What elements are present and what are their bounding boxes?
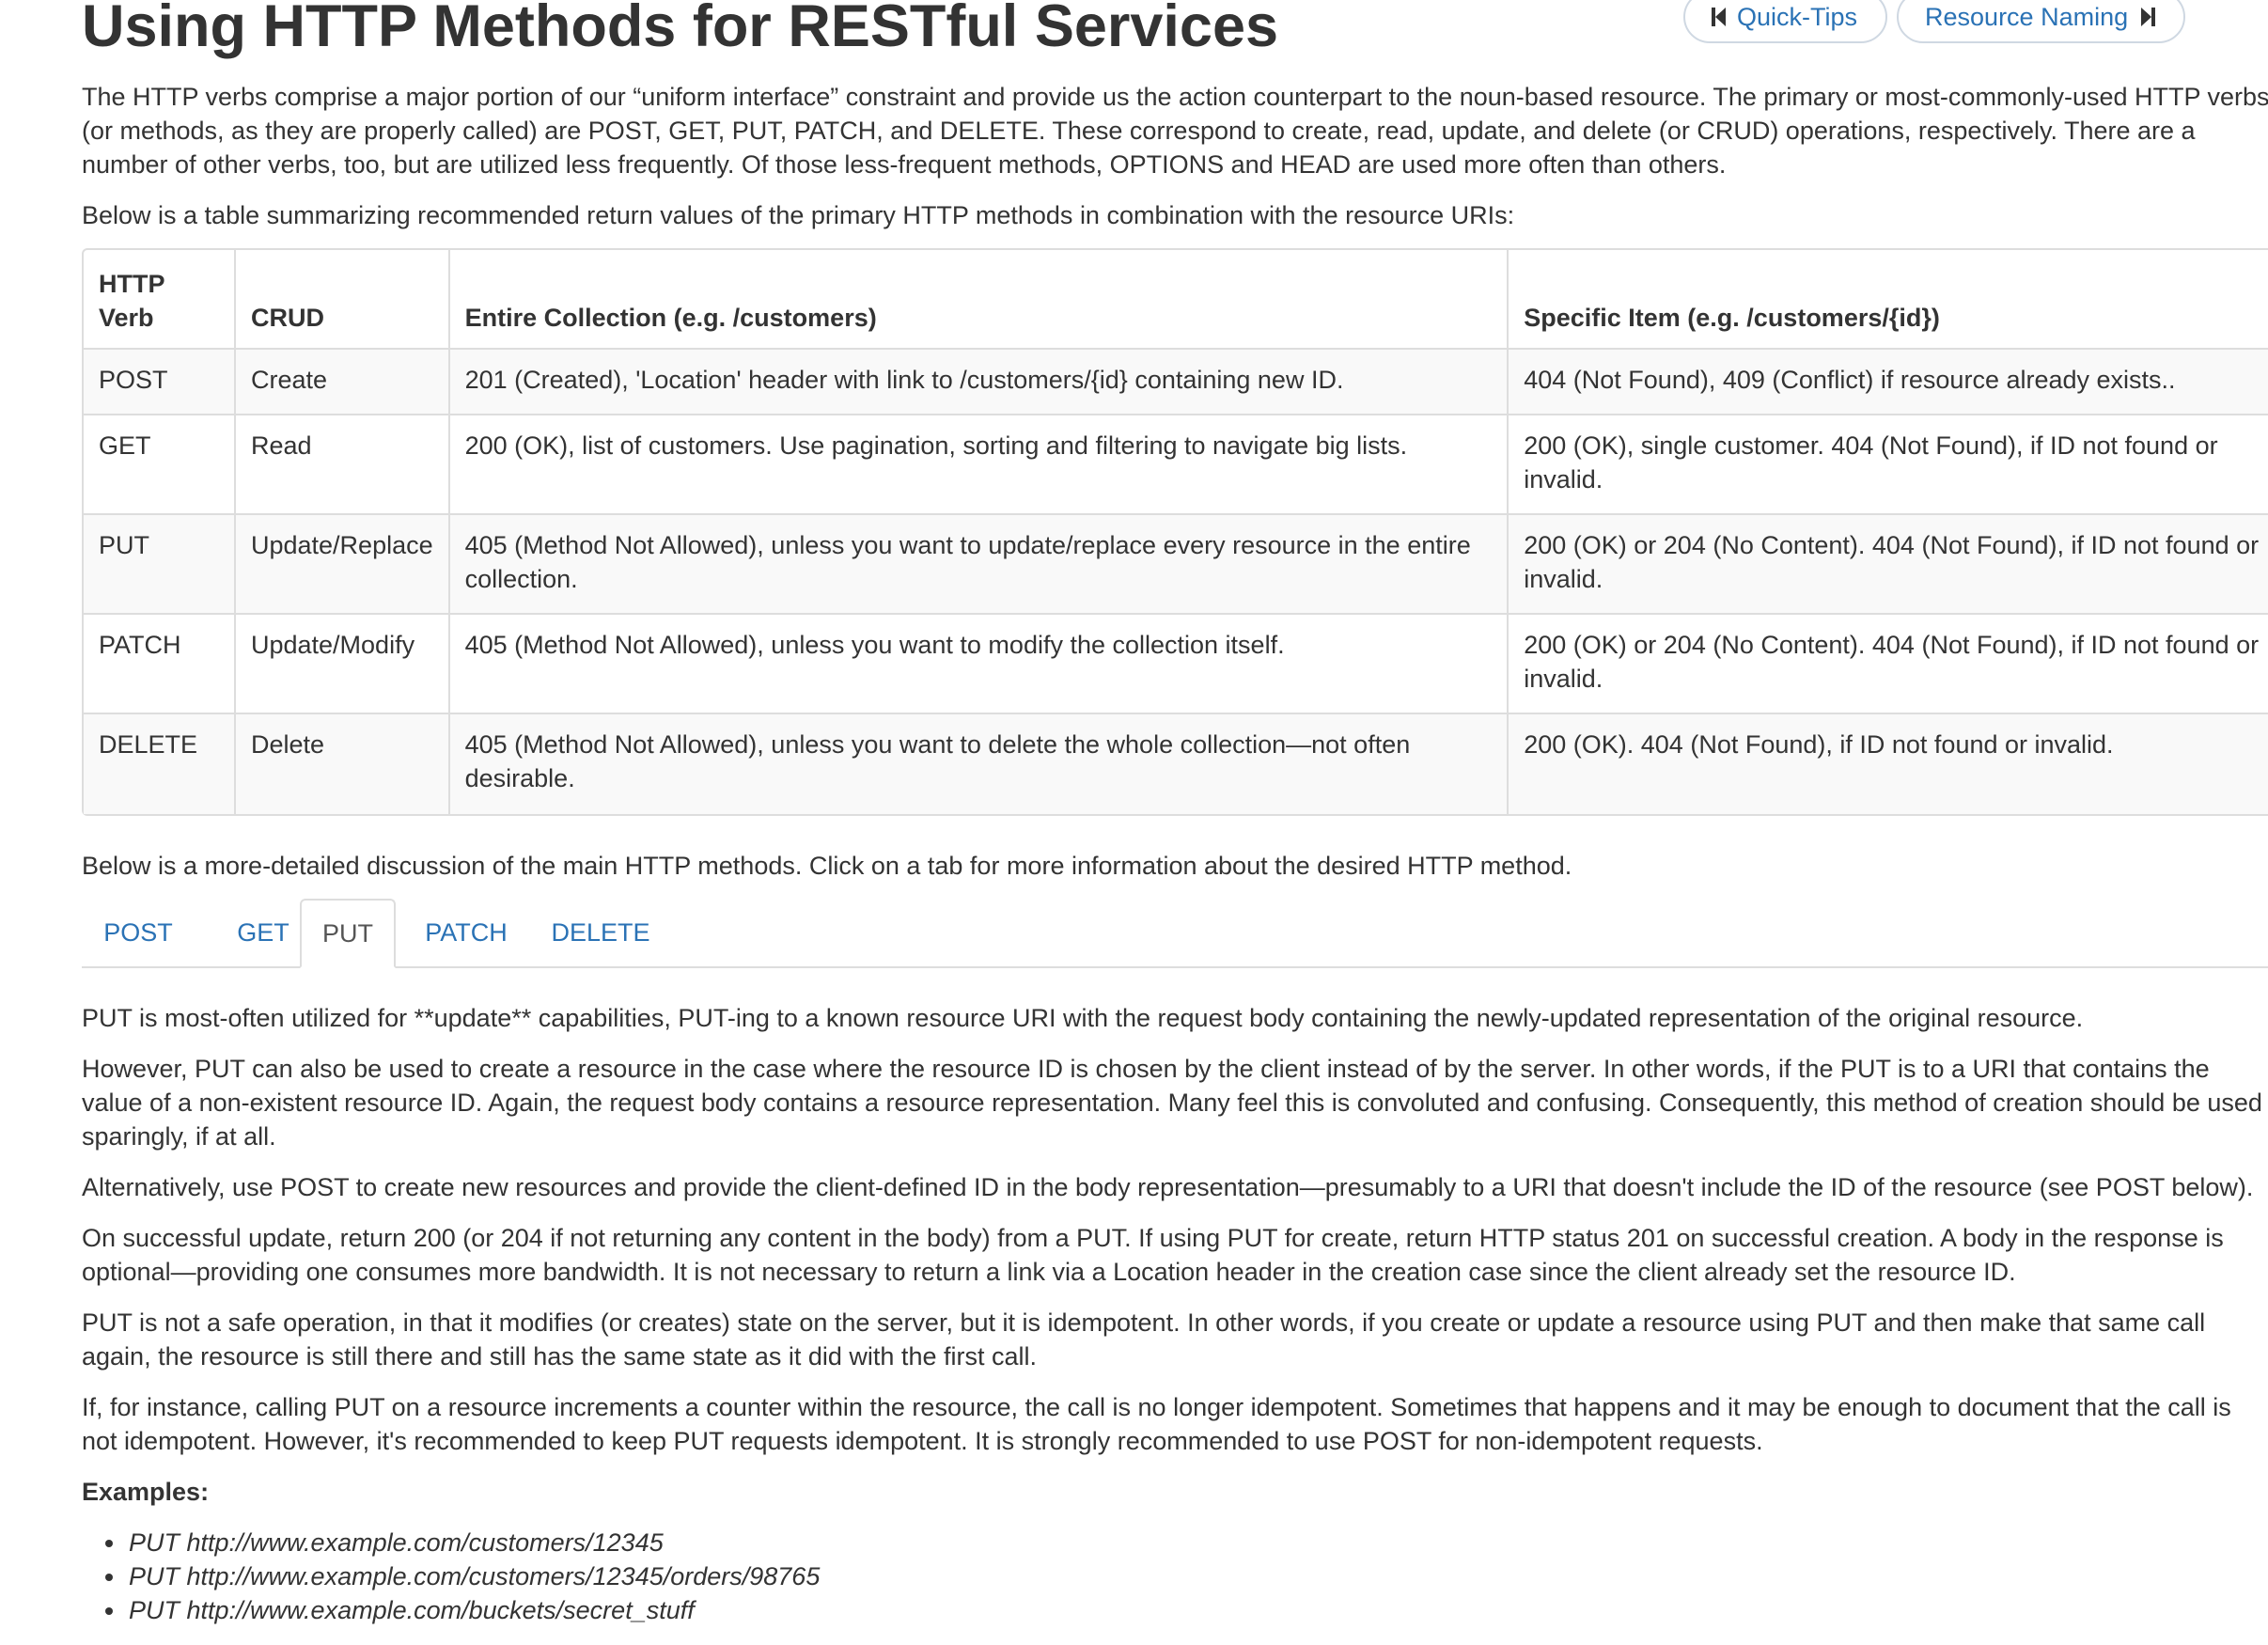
cell-collection: 201 (Created), 'Location' header with li… [449,350,1509,415]
put-paragraph: Alternatively, use POST to create new re… [82,1173,2254,1201]
cell-item: 200 (OK), single customer. 404 (Not Foun… [1509,415,2268,515]
pager-nav: Quick-Tips Resource Naming [1683,0,2186,43]
tab-post[interactable]: POST [82,899,195,966]
cell-crud: Update/Replace [235,515,450,615]
skip-forward-icon [2141,7,2156,27]
previous-page-label: Quick-Tips [1737,2,1858,31]
put-paragraph: PUT is not a safe operation, in that it … [82,1308,2206,1371]
cell-collection: 405 (Method Not Allowed), unless you wan… [449,615,1509,714]
put-paragraph: PUT is most-often utilized for **update*… [82,1004,2084,1032]
cell-item: 404 (Not Found), 409 (Conflict) if resou… [1509,350,2268,415]
table-row: GET Read 200 (OK), list of customers. Us… [84,415,2268,515]
examples-list: PUT http://www.example.com/customers/123… [82,1526,820,1627]
table-row: POST Create 201 (Created), 'Location' he… [84,350,2268,415]
cell-verb: PATCH [84,615,236,714]
http-method-tabs: POST GET PUT PATCH DELETE [82,899,2268,968]
tab-patch[interactable]: PATCH [405,899,527,966]
cell-item: 200 (OK). 404 (Not Found), if ID not fou… [1509,714,2268,814]
cell-crud: Read [235,415,450,515]
cell-item: 200 (OK) or 204 (No Content). 404 (Not F… [1509,515,2268,615]
header-crud: CRUD [235,250,450,350]
page-title: Using HTTP Methods for RESTful Services [82,0,1279,59]
cell-crud: Create [235,350,450,415]
put-paragraph: If, for instance, calling PUT on a resou… [82,1393,2231,1455]
header-http-verb: HTTP Verb [84,250,236,350]
header-specific-item: Specific Item (e.g. /customers/{id}) [1509,250,2268,350]
list-item: PUT http://www.example.com/customers/123… [104,1526,820,1559]
cell-verb: POST [84,350,236,415]
next-page-label: Resource Naming [1925,2,2129,31]
table-row: DELETE Delete 405 (Method Not Allowed), … [84,714,2268,814]
list-item: PUT http://www.example.com/buckets/secre… [104,1593,820,1627]
cell-crud: Update/Modify [235,615,450,714]
http-methods-table: HTTP Verb CRUD Entire Collection (e.g. /… [82,248,2268,816]
cell-collection: 405 (Method Not Allowed), unless you wan… [449,515,1509,615]
header-entire-collection: Entire Collection (e.g. /customers) [449,250,1509,350]
table-row: PUT Update/Replace 405 (Method Not Allow… [84,515,2268,615]
tab-put[interactable]: PUT [300,899,396,968]
list-item: PUT http://www.example.com/customers/123… [104,1559,820,1593]
discussion-intro-paragraph: Below is a more-detailed discussion of t… [82,852,1572,880]
put-paragraph: However, PUT can also be used to create … [82,1055,2262,1151]
cell-crud: Delete [235,714,450,814]
next-page-button[interactable]: Resource Naming [1897,0,2186,43]
table-header-row: HTTP Verb CRUD Entire Collection (e.g. /… [84,250,2268,350]
cell-verb: DELETE [84,714,236,814]
tab-get[interactable]: GET [213,899,313,966]
cell-item: 200 (OK) or 204 (No Content). 404 (Not F… [1509,615,2268,714]
cell-collection: 200 (OK), list of customers. Use paginat… [449,415,1509,515]
cell-verb: GET [84,415,236,515]
tab-delete[interactable]: DELETE [533,899,668,966]
table-intro-paragraph: Below is a table summarizing recommended… [82,201,1515,229]
intro-paragraph: The HTTP verbs comprise a major portion … [82,83,2268,179]
skip-back-icon [1712,7,1726,27]
previous-page-button[interactable]: Quick-Tips [1683,0,1888,43]
examples-heading: Examples: [82,1478,210,1506]
put-paragraph: On successful update, return 200 (or 204… [82,1224,2224,1286]
table-row: PATCH Update/Modify 405 (Method Not Allo… [84,615,2268,714]
cell-verb: PUT [84,515,236,615]
cell-collection: 405 (Method Not Allowed), unless you wan… [449,714,1509,814]
